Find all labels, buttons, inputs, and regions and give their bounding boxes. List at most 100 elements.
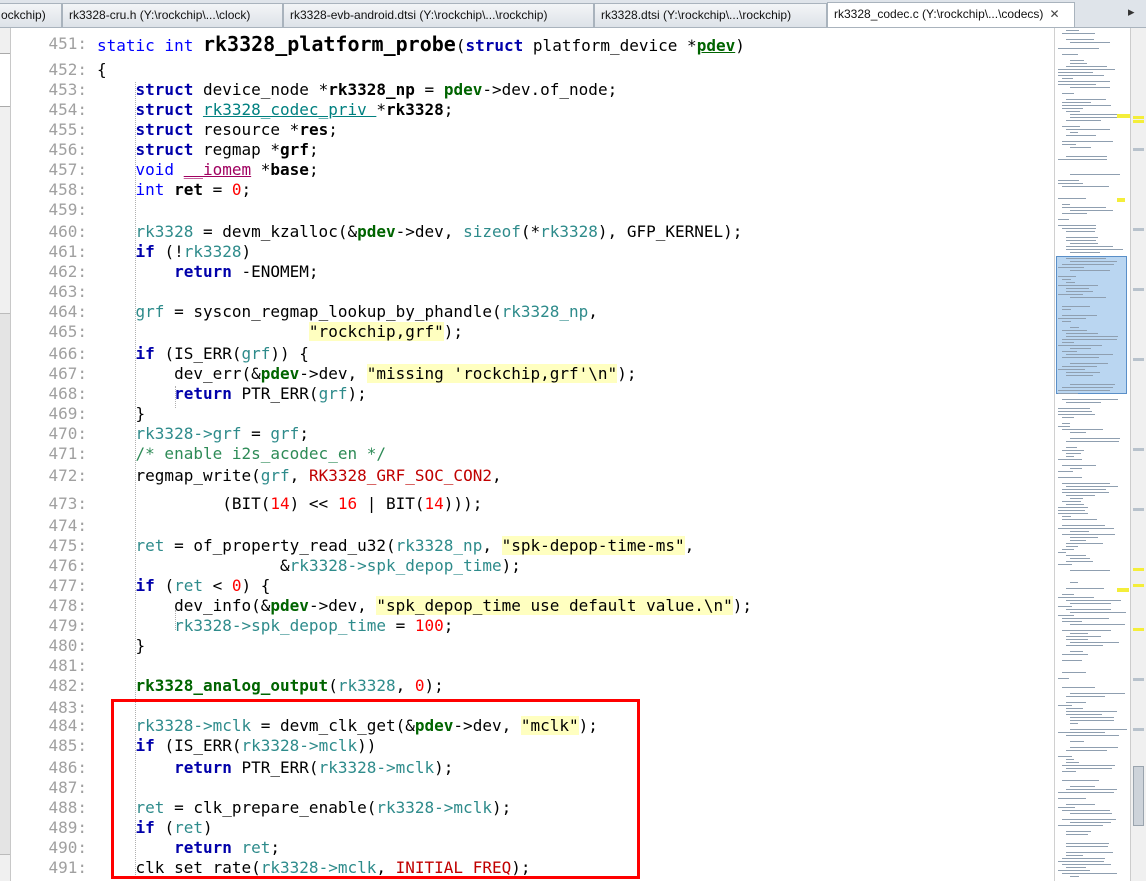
left-panel-scrollbar-thumb[interactable] bbox=[0, 313, 10, 855]
scrollbar-thumb[interactable] bbox=[1133, 766, 1144, 826]
scrollbar-marker bbox=[1133, 228, 1144, 231]
code-token: ; bbox=[328, 120, 338, 139]
close-icon[interactable]: ✕ bbox=[1049, 3, 1059, 25]
minimap-line bbox=[1070, 612, 1126, 613]
line-number: 451: bbox=[48, 34, 87, 53]
line-number: 480: bbox=[48, 636, 87, 655]
minimap-line bbox=[1058, 798, 1086, 799]
minimap-line bbox=[1062, 654, 1088, 655]
minimap-line bbox=[1058, 81, 1110, 82]
tab-bar: ockchip) rk3328-cru.h (Y:\rockchip\...\c… bbox=[0, 0, 1146, 28]
scrollbar-marker bbox=[1133, 288, 1144, 291]
minimap-line bbox=[1066, 237, 1098, 238]
scrollbar-marker bbox=[1133, 148, 1144, 151]
minimap-line bbox=[1070, 87, 1110, 88]
code-token: "rockchip,grf" bbox=[308, 322, 444, 341]
minimap-line bbox=[1066, 231, 1095, 232]
scrollbar-marker bbox=[1133, 120, 1144, 123]
code-token: base bbox=[270, 160, 309, 179]
code-token: ); bbox=[424, 676, 444, 695]
minimap-line bbox=[1066, 495, 1095, 496]
line-number: 461: bbox=[48, 242, 87, 261]
minimap-line bbox=[1058, 225, 1096, 226]
vertical-scrollbar[interactable] bbox=[1130, 28, 1146, 881]
minimap-line bbox=[1066, 834, 1088, 835]
minimap-line bbox=[1066, 453, 1081, 454]
code-token: * bbox=[318, 80, 329, 99]
minimap-line bbox=[1058, 48, 1099, 49]
line-number: 462: bbox=[48, 262, 87, 281]
code-token: ) bbox=[241, 242, 252, 261]
left-panel-input[interactable] bbox=[0, 53, 10, 107]
scrollbar-marker bbox=[1133, 448, 1144, 451]
code-text: ret = of_property_read_u32(rk3328_np, "s… bbox=[97, 536, 694, 556]
code-token: & bbox=[260, 596, 271, 615]
code-token: static bbox=[97, 36, 165, 55]
tab-label: ockchip) bbox=[1, 8, 46, 22]
minimap-line bbox=[1070, 717, 1114, 718]
tab-rk3328-cru-h[interactable]: rk3328-cru.h (Y:\rockchip\...\clock) bbox=[62, 3, 283, 27]
minimap-line bbox=[1062, 858, 1105, 859]
code-editor[interactable]: 451: static int rk3328_platform_probe(str… bbox=[11, 28, 1054, 881]
minimap-line bbox=[1058, 267, 1084, 268]
minimap-line bbox=[1062, 315, 1097, 316]
minimap-line bbox=[1062, 330, 1087, 331]
minimap-line bbox=[1062, 144, 1076, 145]
tab-rk3328-evb-android-dtsi[interactable]: rk3328-evb-android.dtsi (Y:\rockchip\...… bbox=[283, 3, 594, 27]
code-minimap[interactable] bbox=[1054, 28, 1130, 881]
minimap-line bbox=[1062, 141, 1113, 142]
code-token: ); bbox=[617, 364, 637, 383]
code-token: rk3328 bbox=[135, 222, 194, 241]
code-token: rk3328 bbox=[337, 676, 396, 695]
code-token: rk3328->spk_depop_time bbox=[174, 616, 386, 635]
line-number: 490: bbox=[48, 838, 87, 857]
code-token: ) bbox=[735, 36, 745, 55]
line-number: 467: bbox=[48, 364, 87, 383]
minimap-line bbox=[1070, 720, 1114, 721]
minimap-line bbox=[1062, 465, 1096, 466]
minimap-line bbox=[1062, 594, 1074, 595]
minimap-line bbox=[1066, 804, 1095, 805]
minimap-line bbox=[1058, 459, 1082, 460]
code-token: res bbox=[299, 120, 329, 139]
tab-rk3328-dtsi[interactable]: rk3328.dtsi (Y:\rockchip\...\rockchip) bbox=[594, 3, 827, 27]
minimap-line bbox=[1058, 159, 1107, 160]
minimap-line bbox=[1066, 288, 1089, 289]
tab-0[interactable]: ockchip) bbox=[0, 3, 62, 27]
minimap-line bbox=[1070, 210, 1113, 211]
code-token: ; bbox=[308, 140, 319, 159]
indent-guide bbox=[175, 386, 176, 408]
line-number: 478: bbox=[48, 596, 87, 615]
minimap-line bbox=[1066, 120, 1101, 121]
minimap-line bbox=[1066, 843, 1109, 844]
code-token: < bbox=[202, 576, 232, 595]
minimap-line bbox=[1070, 174, 1120, 175]
minimap-line bbox=[1070, 117, 1121, 118]
code-token: ) { bbox=[241, 576, 271, 595]
minimap-line bbox=[1066, 129, 1110, 130]
minimap-line bbox=[1058, 870, 1090, 871]
minimap-line bbox=[1066, 291, 1093, 292]
tab-rk3328-codec-c[interactable]: rk3328_codec.c (Y:\rockchip\...\codecs) ✕ bbox=[827, 2, 1075, 27]
scrollbar-marker bbox=[1133, 628, 1144, 631]
minimap-line bbox=[1070, 693, 1125, 694]
minimap-line bbox=[1070, 327, 1079, 328]
minimap-line bbox=[1062, 339, 1117, 340]
code-token: -ENOMEM; bbox=[241, 262, 319, 281]
code-token: 16 bbox=[337, 494, 358, 513]
code-token: ), GFP_KERNEL); bbox=[597, 222, 743, 241]
code-token: rk3328_codec_priv bbox=[202, 100, 377, 119]
line-number: 459: bbox=[48, 200, 87, 219]
minimap-line bbox=[1062, 525, 1105, 526]
code-text: } bbox=[97, 404, 146, 424]
minimap-line bbox=[1062, 423, 1070, 424]
code-text: rk3328 = devm_kzalloc(&pdev->dev, sizeof… bbox=[97, 222, 743, 242]
tab-scroll-right-icon[interactable]: ▸ bbox=[1128, 5, 1135, 20]
code-token: 0 bbox=[414, 676, 425, 695]
minimap-line bbox=[1062, 213, 1087, 214]
